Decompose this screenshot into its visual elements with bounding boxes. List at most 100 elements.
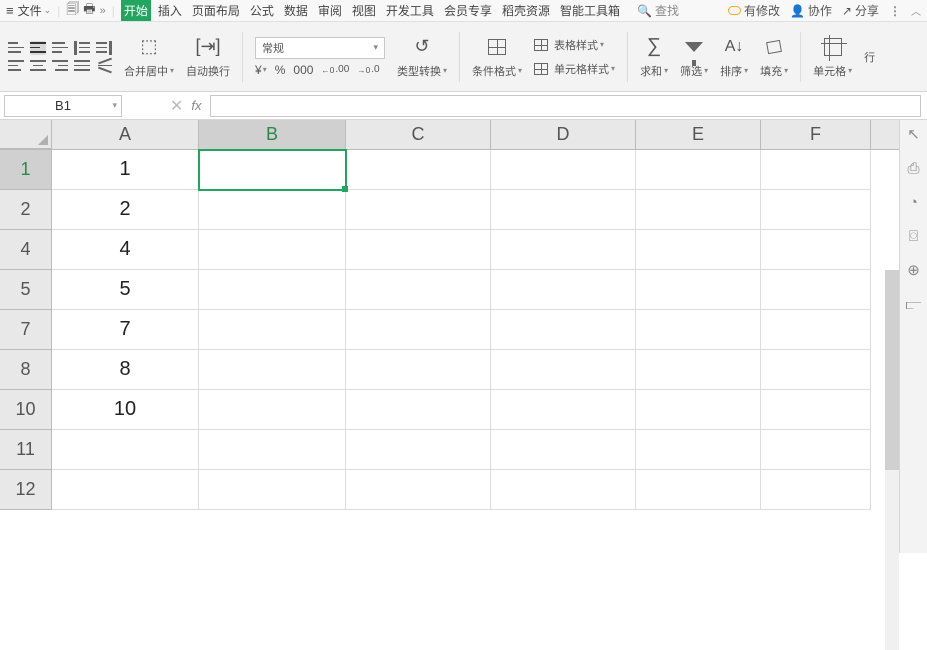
outline-icon[interactable]: ⎙ <box>906 160 922 176</box>
cell[interactable] <box>761 350 871 390</box>
spreadsheet-grid[interactable]: A B C D E F 11224455778810101112 <box>0 120 899 553</box>
indent-dec-icon[interactable] <box>74 41 90 55</box>
cell[interactable]: 2 <box>52 190 199 230</box>
fill-button[interactable]: 填充▾ <box>760 63 788 79</box>
row-header[interactable]: 4 <box>0 230 52 270</box>
cell[interactable] <box>346 470 491 510</box>
more-icon[interactable]: ⋮ <box>889 4 901 18</box>
row-header[interactable]: 5 <box>0 270 52 310</box>
type-convert-button[interactable]: 类型转换▾ <box>397 63 447 79</box>
cells-icon[interactable] <box>820 35 846 59</box>
fill-icon[interactable] <box>761 35 787 59</box>
cell[interactable] <box>199 390 346 430</box>
cell[interactable] <box>761 470 871 510</box>
cells-button[interactable]: 单元格▾ <box>813 63 852 79</box>
tab-home[interactable]: 开始 <box>121 0 151 21</box>
cell[interactable]: 1 <box>52 150 199 190</box>
cell[interactable] <box>491 190 636 230</box>
vertical-scrollbar[interactable] <box>885 270 899 650</box>
cell[interactable] <box>636 190 761 230</box>
tab-formula[interactable]: 公式 <box>247 0 277 21</box>
number-format-select[interactable]: 常规▾ <box>255 37 385 59</box>
cell[interactable] <box>761 230 871 270</box>
cell[interactable] <box>346 430 491 470</box>
align-middle-icon[interactable] <box>30 41 46 55</box>
col-header-c[interactable]: C <box>346 120 491 149</box>
sum-icon[interactable]: ∑ <box>641 35 667 59</box>
comma-button[interactable]: 000 <box>293 63 313 77</box>
select-all-corner[interactable] <box>0 120 52 149</box>
cell[interactable] <box>636 390 761 430</box>
sort-button[interactable]: 排序▾ <box>720 63 748 79</box>
print-icon[interactable]: 🖶 <box>83 0 95 22</box>
cond-fmt-button[interactable]: 条件格式▾ <box>472 63 522 79</box>
cell[interactable] <box>491 270 636 310</box>
dec-inc-button[interactable]: ←0.00 <box>321 64 349 75</box>
row-header[interactable]: 2 <box>0 190 52 230</box>
wrap-icon[interactable]: [⇥] <box>195 35 221 59</box>
formula-input[interactable] <box>210 95 921 117</box>
cell[interactable] <box>761 390 871 430</box>
file-menu[interactable]: 文件⌄ <box>18 2 52 19</box>
row-header[interactable]: 1 <box>0 150 52 190</box>
cell[interactable] <box>199 430 346 470</box>
cell[interactable] <box>491 430 636 470</box>
search-box[interactable]: 🔍查找 <box>637 2 679 19</box>
cell[interactable] <box>199 310 346 350</box>
cell[interactable] <box>761 150 871 190</box>
more-quick-icon[interactable]: » <box>100 5 106 17</box>
sum-button[interactable]: 求和▾ <box>640 63 668 79</box>
globe-icon[interactable]: ⊕ <box>906 262 922 278</box>
cell[interactable] <box>491 310 636 350</box>
collab-button[interactable]: 👤协作 <box>790 2 832 19</box>
cell[interactable] <box>636 270 761 310</box>
cell[interactable]: 4 <box>52 230 199 270</box>
share-button[interactable]: ↗分享 <box>842 2 879 19</box>
col-header-a[interactable]: A <box>52 120 199 149</box>
cell[interactable] <box>346 310 491 350</box>
cell[interactable] <box>491 230 636 270</box>
currency-button[interactable]: ¥▾ <box>255 63 267 77</box>
row-header[interactable]: 10 <box>0 390 52 430</box>
chart-icon[interactable]: ⫍ <box>906 296 922 312</box>
cursor-icon[interactable]: ↖ <box>906 126 922 142</box>
row-header[interactable]: 7 <box>0 310 52 350</box>
align-top-icon[interactable] <box>8 41 24 55</box>
align-bottom-icon[interactable] <box>52 41 68 55</box>
save-icon[interactable]: 🗐 <box>66 0 79 22</box>
align-right-icon[interactable] <box>52 59 68 73</box>
cond-fmt-icon[interactable] <box>484 35 510 59</box>
cell[interactable] <box>636 430 761 470</box>
row-header[interactable]: 12 <box>0 470 52 510</box>
cell[interactable] <box>199 230 346 270</box>
cell[interactable] <box>636 310 761 350</box>
camera-icon[interactable]: ⌼ <box>906 228 922 244</box>
col-header-b[interactable]: B <box>199 120 346 149</box>
tab-smarttools[interactable]: 智能工具箱 <box>557 0 623 21</box>
menu-icon[interactable]: ≡ <box>6 3 14 18</box>
cell[interactable] <box>761 190 871 230</box>
cell[interactable] <box>346 230 491 270</box>
align-center-icon[interactable] <box>30 59 46 73</box>
sort-icon[interactable]: A↓ <box>721 35 747 59</box>
row-header[interactable]: 11 <box>0 430 52 470</box>
cell[interactable] <box>199 270 346 310</box>
filter-icon[interactable] <box>681 35 707 59</box>
cell[interactable] <box>761 310 871 350</box>
cancel-fx-icon[interactable]: ✕ <box>170 96 183 116</box>
wrap-button[interactable]: 自动换行 <box>186 63 230 79</box>
tab-view[interactable]: 视图 <box>349 0 379 21</box>
cloud-changes[interactable]: 有修改 <box>728 2 780 19</box>
cell[interactable]: 7 <box>52 310 199 350</box>
col-header-d[interactable]: D <box>491 120 636 149</box>
dec-dec-button[interactable]: →0.0 <box>357 64 379 75</box>
fx-icon[interactable]: fx <box>191 98 201 113</box>
cell[interactable]: 8 <box>52 350 199 390</box>
tab-insert[interactable]: 插入 <box>155 0 185 21</box>
justify-icon[interactable] <box>74 59 90 73</box>
cell[interactable] <box>199 350 346 390</box>
clock-icon[interactable]: ◔ <box>906 194 922 210</box>
cell[interactable] <box>761 270 871 310</box>
percent-button[interactable]: % <box>275 63 286 77</box>
tab-data[interactable]: 数据 <box>281 0 311 21</box>
